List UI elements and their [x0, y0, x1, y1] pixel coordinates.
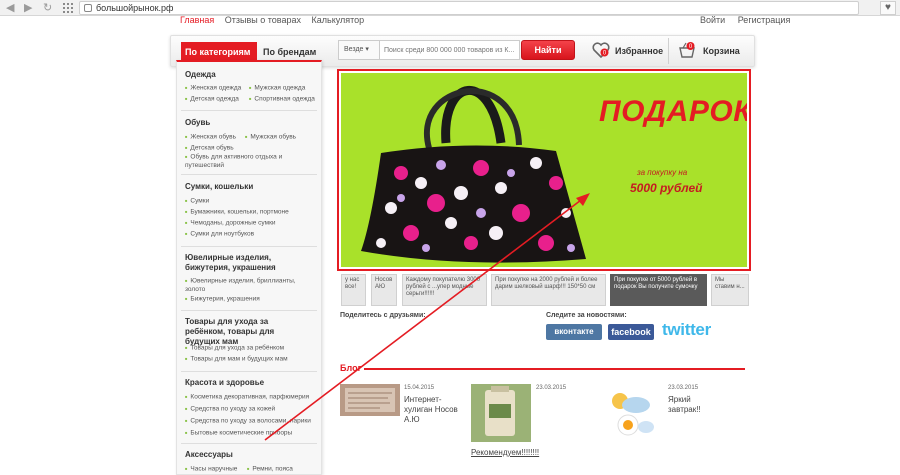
reload-icon[interactable]: ↻ [43, 1, 52, 15]
search-input[interactable] [380, 40, 520, 60]
divider [181, 443, 317, 444]
category-link[interactable]: Часы наручные [185, 465, 237, 474]
category-link[interactable]: Средства по уходу за волосами, парики [185, 417, 310, 426]
category-link[interactable]: Детская обувь [185, 144, 233, 153]
category-link[interactable]: Средства по уходу за кожей [185, 405, 275, 414]
page-icon [84, 4, 92, 12]
header-divider [668, 38, 669, 64]
slider-thumb[interactable]: При покупке на 2000 рублей и более дарим… [491, 274, 606, 306]
slider-thumb[interactable]: Мы ставим н... [711, 274, 749, 306]
register-link[interactable]: Регистрация [738, 15, 791, 25]
blog-post-title[interactable]: Интернет-хулиган Носов А.Ю [404, 395, 468, 425]
divider [181, 310, 317, 311]
category-link[interactable]: Детская одежда [185, 95, 238, 104]
category-sidebar: Одежда Женская одежда Мужская одежда Дет… [176, 60, 322, 475]
slider-thumb[interactable]: у нас все! [341, 274, 366, 306]
blog-post-title[interactable]: Рекомендуем!!!!!!!! [471, 448, 539, 458]
login-link[interactable]: Войти [700, 15, 725, 25]
category-accessories: Аксессуары [185, 450, 317, 460]
category-link[interactable]: Мужская одежда [249, 84, 305, 93]
favorites-label[interactable]: Избранное [615, 46, 663, 56]
category-title[interactable]: Сумки, кошельки [185, 182, 317, 192]
top-nav: Главная Отзывы о товарах Калькулятор [180, 15, 372, 25]
bookmark-heart-icon[interactable]: ♥ [880, 1, 896, 15]
search-scope-select[interactable]: Везде ▾ [338, 40, 380, 60]
banner-image: ПОДАРОК за покупку на 5000 рублей [341, 73, 747, 267]
nav-link-home[interactable]: Главная [180, 15, 214, 25]
address-url: большойрынок.рф [96, 3, 174, 13]
twitter-button[interactable]: twitter [662, 320, 711, 340]
facebook-button[interactable]: facebook [608, 324, 654, 340]
forward-icon[interactable]: ▶ [24, 1, 32, 15]
category-link[interactable]: Бижутерия, украшения [185, 295, 259, 304]
category-title[interactable]: Красота и здоровье [185, 378, 317, 388]
tab-brands[interactable]: По брендам [263, 42, 316, 62]
category-clothing: Одежда [185, 70, 317, 80]
category-link[interactable]: Товары для мам и будущих мам [185, 355, 287, 364]
category-shoes: Обувь [185, 118, 317, 128]
divider [181, 371, 317, 372]
category-title[interactable]: Аксессуары [185, 450, 317, 460]
browser-toolbar: ◀ ▶ ↻ большойрынок.рф ♥ [0, 0, 900, 16]
slider-thumb-active[interactable]: При покупке от 5000 рублей в подарок Вы … [610, 274, 707, 306]
cart-label[interactable]: Корзина [703, 46, 740, 56]
follow-label: Следите за новостями: [546, 312, 627, 319]
slider-thumb[interactable]: Каждому покупателю 3000 рублей с ...упер… [402, 274, 487, 306]
nav-link-calculator[interactable]: Калькулятор [312, 15, 365, 25]
category-link[interactable]: Сумки для ноутбуков [185, 230, 254, 239]
back-icon[interactable]: ◀ [6, 1, 14, 15]
category-link[interactable]: Женская одежда [185, 84, 241, 93]
apps-icon[interactable] [63, 3, 73, 13]
category-link[interactable]: Ремни, пояса [247, 465, 293, 474]
blog-post-title[interactable]: Яркий завтрак!! [668, 395, 708, 415]
user-nav: Войти Регистрация [700, 15, 800, 25]
blog-divider [364, 368, 745, 370]
banner-price: 5000 рублей [630, 181, 703, 195]
share-label: Поделитесь с друзьями: [340, 312, 426, 319]
category-title[interactable]: Одежда [185, 70, 317, 80]
category-link[interactable]: Косметика декоративная, парфюмерия [185, 393, 309, 402]
blog-post-date: 23.03.2015 [536, 385, 567, 391]
category-link[interactable]: Мужская обувь [245, 133, 296, 142]
blog-post-thumbnail[interactable] [471, 384, 531, 442]
vk-button[interactable]: вконтакте [546, 324, 602, 340]
address-bar[interactable]: большойрынок.рф [79, 1, 859, 15]
blog-post-thumbnail[interactable] [340, 384, 400, 416]
category-beauty: Красота и здоровье [185, 378, 317, 388]
banner-title: ПОДАРОК [599, 95, 747, 128]
category-link[interactable]: Обувь для активного отдыха и путешествий [185, 153, 311, 170]
category-title[interactable]: Товары для ухода за ребёнком, товары для… [185, 317, 305, 347]
cart-basket-icon[interactable]: 0 [678, 41, 696, 59]
divider [181, 174, 317, 175]
search-button[interactable]: Найти [521, 40, 575, 60]
category-link[interactable]: Бытовые косметические приборы [185, 429, 292, 438]
category-link[interactable]: Бумажники, кошельки, портмоне [185, 208, 288, 217]
category-link[interactable]: Ювелирные изделия, бриллианты, золото [185, 277, 305, 294]
category-bags: Сумки, кошельки [185, 182, 317, 192]
tab-categories[interactable]: По категориям ▾ [181, 42, 257, 77]
category-title[interactable]: Ювелирные изделия, бижутерия, украшения [185, 253, 315, 273]
blog-post-date: 23.03.2015 [668, 385, 699, 391]
category-title[interactable]: Обувь [185, 118, 317, 128]
category-link[interactable]: Сумки [185, 197, 209, 206]
category-link[interactable]: Спортивная одежда [249, 95, 314, 104]
divider [181, 246, 317, 247]
category-jewelry: Ювелирные изделия, бижутерия, украшения [185, 253, 315, 273]
favorites-heart-icon[interactable]: 0 [592, 41, 610, 59]
category-link[interactable]: Товары для ухода за ребёнком [185, 344, 284, 353]
promo-banner[interactable]: ПОДАРОК за покупку на 5000 рублей [337, 69, 751, 271]
category-link[interactable]: Женская обувь [185, 133, 236, 142]
divider [181, 110, 317, 111]
banner-subtitle: за покупку на [637, 168, 688, 177]
category-baby: Товары для ухода за ребёнком, товары для… [185, 317, 305, 347]
nav-link-reviews[interactable]: Отзывы о товарах [225, 15, 301, 25]
blog-heading: Блог [340, 363, 362, 373]
blog-post-date: 15.04.2015 [404, 385, 435, 391]
category-link[interactable]: Чемоданы, дорожные сумки [185, 219, 275, 228]
slider-thumb[interactable]: Носов АЮ [371, 274, 397, 306]
blog-post-thumbnail[interactable] [606, 385, 660, 437]
